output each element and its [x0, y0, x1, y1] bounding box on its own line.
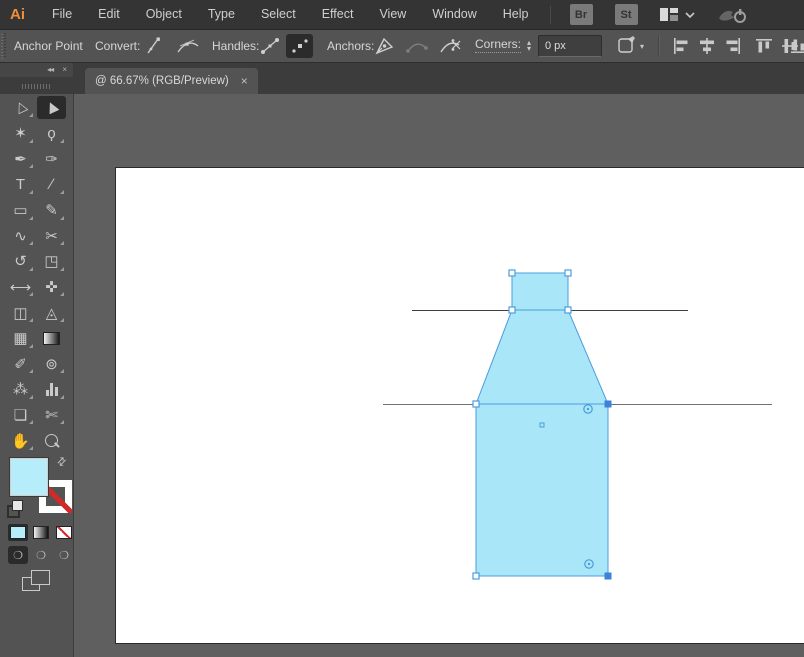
menu-type[interactable]: Type: [195, 0, 248, 29]
screen-mode-button[interactable]: [22, 570, 52, 592]
lasso-tool[interactable]: ϙ: [37, 122, 66, 145]
slice-tool[interactable]: ✄: [37, 403, 66, 426]
scissors-tool[interactable]: ✂: [37, 224, 66, 247]
tab-strip: ◂◂ × @ 66.67% (RGB/Preview) ×: [0, 62, 804, 94]
menubar-separator: [549, 5, 551, 24]
width-tool[interactable]: ⟷: [6, 275, 35, 298]
menu-view[interactable]: View: [366, 0, 419, 29]
document-tab-title: @ 66.67% (RGB/Preview): [95, 75, 229, 87]
zoom-tool[interactable]: [37, 429, 66, 452]
tools-panel-header: ◂◂ ×: [0, 62, 73, 77]
column-graph-icon: [45, 382, 58, 396]
distribute-button[interactable]: [790, 30, 804, 62]
corners-label[interactable]: Corners:: [475, 37, 522, 53]
direct-selection-tool[interactable]: ▶: [37, 96, 66, 120]
convert-to-smooth-button[interactable]: [176, 30, 200, 62]
align-right-button[interactable]: [724, 30, 742, 62]
workspace-switcher-icon[interactable]: [659, 6, 679, 23]
eyedropper-tool[interactable]: ✐: [6, 352, 35, 375]
type-tool[interactable]: T: [6, 173, 35, 196]
perspective-grid-tool[interactable]: ◬: [37, 301, 66, 324]
panel-grip[interactable]: [22, 84, 52, 89]
color-type-buttons: [8, 524, 74, 541]
rectangle-tool[interactable]: ▭: [6, 199, 35, 222]
zoom-tool-icon: [45, 434, 58, 448]
default-fill-stroke-icon[interactable]: [7, 500, 23, 518]
fill-swatch[interactable]: [9, 457, 49, 497]
stock-button[interactable]: St: [614, 4, 638, 25]
mesh-tool[interactable]: ▦: [6, 327, 35, 350]
bridge-button[interactable]: Br: [569, 4, 593, 25]
selection-tool[interactable]: ▷: [6, 96, 35, 119]
menu-effect[interactable]: Effect: [309, 0, 367, 29]
corners-stepper[interactable]: ▴ ▾: [527, 30, 531, 62]
align-left-button[interactable]: [672, 30, 690, 62]
tools-grid: ▷ ▶ ✶ ϙ ✒ ✑ T ∕ ▭ ✎ ∿ ✂ ↺ ◳ ⟷ ✜ ◫ ◬ ▦ ✐ …: [5, 95, 67, 453]
gradient-button[interactable]: [31, 524, 51, 541]
shaper-tool[interactable]: ∿: [6, 224, 35, 247]
hide-handles-button[interactable]: [286, 34, 313, 58]
isolate-selected-object-button[interactable]: [616, 30, 638, 62]
screen-mode-icon: [31, 570, 50, 585]
magic-wand-tool[interactable]: ✶: [6, 122, 35, 145]
swap-fill-stroke-icon[interactable]: ⇄: [54, 454, 69, 469]
document-tab[interactable]: @ 66.67% (RGB/Preview) ×: [85, 68, 258, 94]
draw-inside-button[interactable]: ❍: [54, 546, 74, 564]
convert-label: Convert:: [95, 39, 141, 53]
scale-tool[interactable]: ◳: [37, 250, 66, 273]
close-tab-icon[interactable]: ×: [241, 74, 248, 88]
blend-tool[interactable]: ⊚: [37, 352, 66, 375]
illustrator-window: Ai File Edit Object Type Select Effect V…: [0, 0, 804, 657]
pasteboard: [73, 94, 804, 657]
convert-to-corner-button[interactable]: [143, 30, 165, 62]
controlbar-separator: [658, 35, 660, 57]
stepper-down-icon[interactable]: ▾: [527, 45, 531, 53]
hand-tool[interactable]: ✋: [6, 429, 35, 452]
shape-builder-tool[interactable]: ◫: [6, 301, 35, 324]
menu-select[interactable]: Select: [248, 0, 309, 29]
menu-help[interactable]: Help: [490, 0, 542, 29]
controlbar-grip[interactable]: [1, 33, 8, 59]
chevron-down-icon[interactable]: [684, 11, 695, 18]
align-top-button[interactable]: [755, 30, 773, 62]
control-bar: Anchor Point Convert: Handles: Anchors: …: [0, 30, 804, 63]
line-segment-tool[interactable]: ∕: [37, 173, 66, 196]
none-button[interactable]: [54, 524, 74, 541]
tools-panel: ▷ ▶ ✶ ϙ ✒ ✑ T ∕ ▭ ✎ ∿ ✂ ↺ ◳ ⟷ ✜ ◫ ◬ ▦ ✐ …: [0, 94, 74, 657]
collapse-panel-icon[interactable]: ◂◂: [47, 65, 54, 74]
puppet-warp-tool[interactable]: ✜: [37, 275, 66, 298]
curvature-tool[interactable]: ✑: [37, 147, 66, 170]
cut-path-button[interactable]: [438, 30, 464, 62]
paintbrush-tool[interactable]: ✎: [37, 199, 66, 222]
artboard[interactable]: [115, 167, 804, 644]
align-horizontal-center-button[interactable]: [698, 30, 716, 62]
anchors-label: Anchors:: [327, 39, 375, 53]
draw-behind-button[interactable]: ❍: [31, 546, 51, 564]
gradient-tool[interactable]: [37, 327, 66, 350]
menu-file[interactable]: File: [39, 0, 85, 29]
column-graph-tool[interactable]: [37, 378, 66, 401]
rotate-tool[interactable]: ↺: [6, 250, 35, 273]
show-handles-button[interactable]: [259, 30, 281, 62]
menu-edit[interactable]: Edit: [85, 0, 133, 29]
controlbar-title: Anchor Point: [14, 39, 83, 53]
menu-object[interactable]: Object: [133, 0, 195, 29]
draw-normal-button[interactable]: ❍: [8, 546, 28, 564]
corners-input[interactable]: 0 px: [538, 35, 602, 57]
gradient-tool-icon: [43, 331, 60, 345]
isolate-chevron-icon[interactable]: ▾: [640, 30, 644, 62]
menu-window[interactable]: Window: [419, 0, 489, 29]
power-status-icon: [717, 4, 753, 26]
color-button[interactable]: [8, 524, 28, 541]
symbol-sprayer-tool[interactable]: ⁂: [6, 378, 35, 401]
drawing-mode-buttons: ❍ ❍ ❍: [8, 546, 74, 564]
close-panel-icon[interactable]: ×: [62, 65, 67, 74]
menu-bar: Ai File Edit Object Type Select Effect V…: [0, 0, 804, 30]
remove-anchors-button[interactable]: [405, 30, 429, 62]
handles-label: Handles:: [212, 39, 260, 53]
app-logo: Ai: [10, 6, 25, 23]
artboard-tool[interactable]: ❏: [6, 403, 35, 426]
connect-endpoints-button[interactable]: [373, 30, 397, 62]
pen-tool[interactable]: ✒: [6, 147, 35, 170]
